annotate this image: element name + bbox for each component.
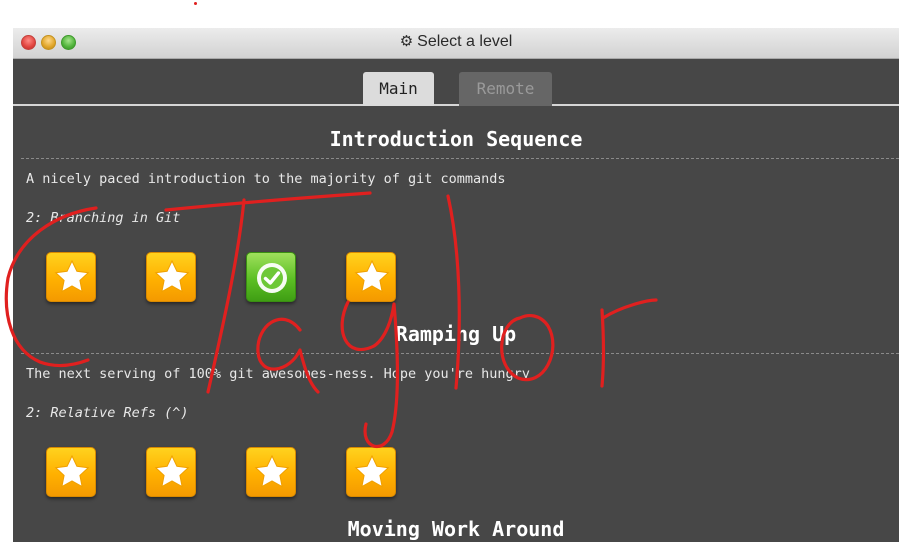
section-title-moving-work-around: Moving Work Around: [347, 517, 565, 541]
section-title-ramping-up: Ramping Up: [395, 322, 517, 346]
section-title-introduction: Introduction Sequence: [329, 127, 583, 151]
section-divider: [21, 353, 899, 354]
level-button[interactable]: [46, 447, 96, 497]
star-icon: [354, 259, 390, 293]
section-description: A nicely paced introduction to the major…: [26, 171, 506, 187]
title-bar: ⚙ Select a level: [13, 28, 899, 59]
section-subtitle: 2: Relative Refs (^): [26, 405, 189, 421]
star-icon: [154, 454, 190, 488]
star-icon: [154, 259, 190, 293]
star-icon: [254, 454, 290, 488]
section-divider: [21, 158, 899, 159]
tab-remote[interactable]: Remote: [459, 72, 552, 106]
app-window: ⚙ Select a level Main Remote Introduction…: [13, 28, 899, 542]
level-button[interactable]: [346, 447, 396, 497]
star-icon: [354, 454, 390, 488]
ink-dot: [194, 2, 197, 5]
window-title-text: Select a level: [417, 33, 513, 50]
tab-main[interactable]: Main: [363, 72, 434, 106]
tab-bar: Main Remote: [13, 59, 899, 106]
star-icon: [54, 259, 90, 293]
section-description: The next serving of 100% git awesomes-ne…: [26, 366, 530, 382]
gear-icon: ⚙: [399, 33, 414, 50]
level-button[interactable]: [146, 252, 196, 302]
level-button[interactable]: [46, 252, 96, 302]
checkmark-icon: [257, 263, 287, 293]
level-button[interactable]: [246, 252, 296, 302]
level-button[interactable]: [246, 447, 296, 497]
window-title: ⚙ Select a level: [13, 32, 899, 51]
level-button[interactable]: [346, 252, 396, 302]
section-subtitle: 2: Branching in Git: [26, 210, 181, 226]
star-icon: [54, 454, 90, 488]
level-button[interactable]: [146, 447, 196, 497]
